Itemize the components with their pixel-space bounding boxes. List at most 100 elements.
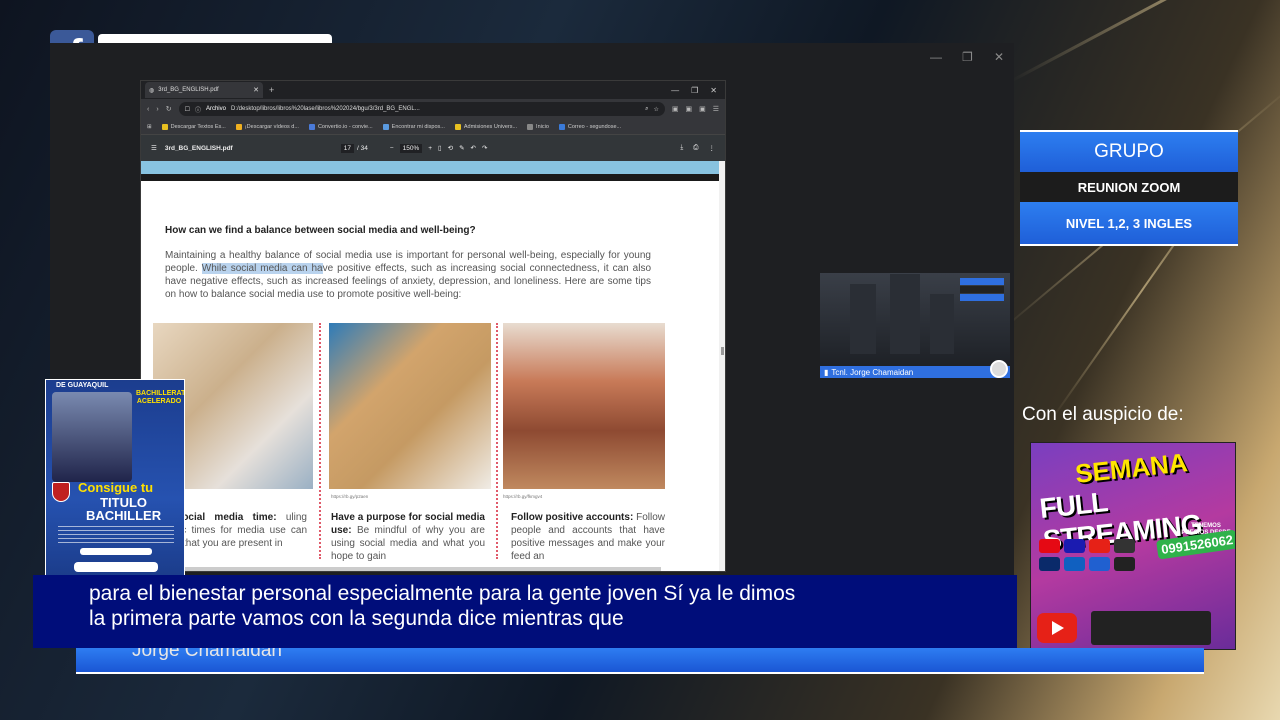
- tip-column-3: Follow positive accounts: Follow people …: [511, 512, 665, 562]
- bookmarks-bar: ⊞ Descargar Textos Es... ¡Descargar víde…: [141, 119, 725, 135]
- group-level: NIVEL 1,2, 3 INGLES: [1020, 202, 1238, 246]
- close-tab-icon[interactable]: ✕: [253, 86, 259, 94]
- horizontal-scrollbar[interactable]: [181, 567, 661, 571]
- globe-icon: ◍: [149, 87, 155, 94]
- address-bar-row: ‹ › ↻ ☐ ⓘ Archivo D:/desktop/libros/libr…: [141, 99, 725, 119]
- star-icon[interactable]: ☆: [653, 106, 658, 113]
- hamburger-icon[interactable]: ☰: [151, 144, 157, 152]
- bookmark-favicon: [235, 123, 242, 130]
- minimize-icon[interactable]: —: [671, 86, 679, 95]
- close-button[interactable]: ✕: [994, 50, 1004, 64]
- building-shape: [850, 284, 876, 354]
- minimize-button[interactable]: —: [930, 50, 942, 64]
- more-icon[interactable]: ⋮: [709, 144, 716, 152]
- back-icon[interactable]: ‹: [147, 106, 149, 113]
- apps-icon[interactable]: ⊞: [147, 124, 152, 130]
- undo-icon[interactable]: ↶: [471, 144, 476, 152]
- flyer-fine-print: [58, 526, 174, 544]
- address-input[interactable]: ☐ ⓘ Archivo D:/desktop/libros/libros%20l…: [178, 102, 665, 116]
- bookmark-favicon: [454, 123, 461, 130]
- new-tab-icon[interactable]: +: [269, 85, 274, 95]
- graduates-photo: [52, 392, 132, 482]
- flyer-badge: BACHILLERATO ACELERADO: [136, 390, 185, 405]
- address-label: Archivo: [205, 106, 226, 112]
- vertical-scrollbar[interactable]: [719, 161, 725, 571]
- subtitle-box: para el bienestar personal especialmente…: [33, 575, 1017, 648]
- participant-name-bar: ▮ Tcnl. Jorge Chamaidan: [820, 366, 1010, 378]
- pdf-toolbar: ☰ 3rd_BG_ENGLISH.pdf 17 / 34 − 150% + ▯ …: [141, 135, 725, 161]
- scrollbar-thumb[interactable]: [721, 347, 724, 355]
- browser-window: ◍ 3rd_BG_ENGLISH.pdf ✕ + — ❐ ✕ ‹ › ↻ ☐ ⓘ…: [140, 80, 726, 572]
- participant-video[interactable]: ▮ Tcnl. Jorge Chamaidan: [820, 273, 1010, 378]
- bookmark-item[interactable]: ¡Descargar vídeos d...: [235, 123, 299, 130]
- zoom-in-icon[interactable]: +: [428, 145, 432, 152]
- menu-icon[interactable]: ☰: [713, 105, 719, 113]
- subtitle-line-1: para el bienestar personal especialmente…: [89, 582, 796, 605]
- light-streak: [1010, 0, 1280, 83]
- bookmark-item[interactable]: Encontrar mi dispos...: [382, 123, 445, 130]
- intro-paragraph: Maintaining a healthy balance of social …: [165, 250, 651, 300]
- mini-group-panel: [960, 278, 1004, 302]
- rotate-icon[interactable]: ⟲: [448, 144, 453, 152]
- streaming-ad: SEMANA FULL STREAMING TENEMOS PRECIOS DE…: [1030, 442, 1236, 650]
- url-text: D:/desktop/libros/libros%20lase/libros%2…: [230, 106, 420, 112]
- bookmark-item[interactable]: Admisiones Univers...: [454, 123, 517, 130]
- close-icon[interactable]: ✕: [710, 86, 717, 95]
- highlighted-text: While social media can ha: [201, 263, 323, 274]
- tab-title: 3rd_BG_ENGLISH.pdf: [158, 87, 219, 93]
- column-divider: [496, 323, 498, 559]
- group-panel: GRUPO REUNION ZOOM NIVEL 1,2, 3 INGLES: [1020, 130, 1238, 246]
- subtitle-line-2: la primera parte vamos con la segunda di…: [89, 607, 624, 630]
- reload-icon[interactable]: ↻: [166, 105, 172, 113]
- zoom-icon[interactable]: ⌕: [645, 106, 648, 113]
- tip-column-2: Have a purpose for social media use: Be …: [331, 512, 485, 562]
- bookmark-item[interactable]: Correo - segundose...: [558, 123, 621, 130]
- group-subtitle: REUNION ZOOM: [1020, 172, 1238, 202]
- school-emblem-icon: [52, 482, 70, 502]
- fit-page-icon[interactable]: ▯: [438, 144, 442, 152]
- bookmark-item[interactable]: Inicio: [527, 123, 549, 130]
- bookmark-favicon: [527, 123, 534, 130]
- pdf-viewport[interactable]: How can we find a balance between social…: [141, 161, 725, 571]
- page-input[interactable]: 17: [340, 143, 354, 153]
- extension-icon[interactable]: ▣: [672, 105, 679, 113]
- page-total: / 34: [356, 144, 368, 152]
- bookmark-favicon: [308, 123, 315, 130]
- redo-icon[interactable]: ↷: [482, 144, 487, 152]
- section-heading: How can we find a balance between social…: [165, 225, 476, 236]
- maximize-icon[interactable]: ❐: [691, 86, 698, 95]
- image-caption: https://rb.gy/fkmgv4: [503, 494, 543, 499]
- extension-icon[interactable]: ▣: [699, 105, 706, 113]
- canyon-city-image: [503, 323, 665, 489]
- bookmark-icon[interactable]: ☐: [185, 106, 190, 113]
- print-icon[interactable]: ⎙: [693, 144, 698, 152]
- whatsapp-button: [74, 562, 158, 572]
- restore-button[interactable]: ❐: [962, 50, 973, 64]
- flyer-cta: Consigue tu: [78, 480, 154, 495]
- sponsor-label: Con el auspicio de:: [1022, 404, 1184, 425]
- zoom-level[interactable]: 150%: [399, 143, 423, 153]
- zoom-controls: − 150% + ▯ ⟲ ✎ ↶ ↷: [390, 143, 487, 153]
- extension-icon[interactable]: ▣: [685, 105, 692, 113]
- image-caption: https://rb.gy/p2aen: [331, 494, 369, 499]
- forward-icon[interactable]: ›: [156, 106, 158, 113]
- pdf-file-name: 3rd_BG_ENGLISH.pdf: [164, 144, 233, 152]
- bookmark-item[interactable]: Convertio.io - convie...: [308, 123, 373, 130]
- laptop-tablet-image: [329, 323, 491, 489]
- bookmark-favicon: [558, 123, 565, 130]
- bookmark-favicon: [382, 123, 389, 130]
- tv-box-image: [1091, 611, 1211, 645]
- building-shape: [890, 274, 920, 354]
- tab-bar: ◍ 3rd_BG_ENGLISH.pdf ✕ + — ❐ ✕: [141, 81, 725, 99]
- bookmark-favicon: [161, 123, 168, 130]
- building-shape: [930, 294, 954, 354]
- zoom-out-icon[interactable]: −: [390, 145, 394, 152]
- group-title: GRUPO: [1020, 130, 1238, 172]
- flyer-top: DE GUAYAQUIL: [56, 382, 109, 389]
- flyer-button: [80, 548, 152, 555]
- annotate-icon[interactable]: ✎: [459, 144, 464, 152]
- download-icon[interactable]: ⤓: [680, 144, 683, 152]
- bookmark-item[interactable]: Descargar Textos Es...: [161, 123, 226, 130]
- page-banner: [141, 161, 725, 181]
- tab-pdf[interactable]: ◍ 3rd_BG_ENGLISH.pdf ✕: [145, 82, 263, 98]
